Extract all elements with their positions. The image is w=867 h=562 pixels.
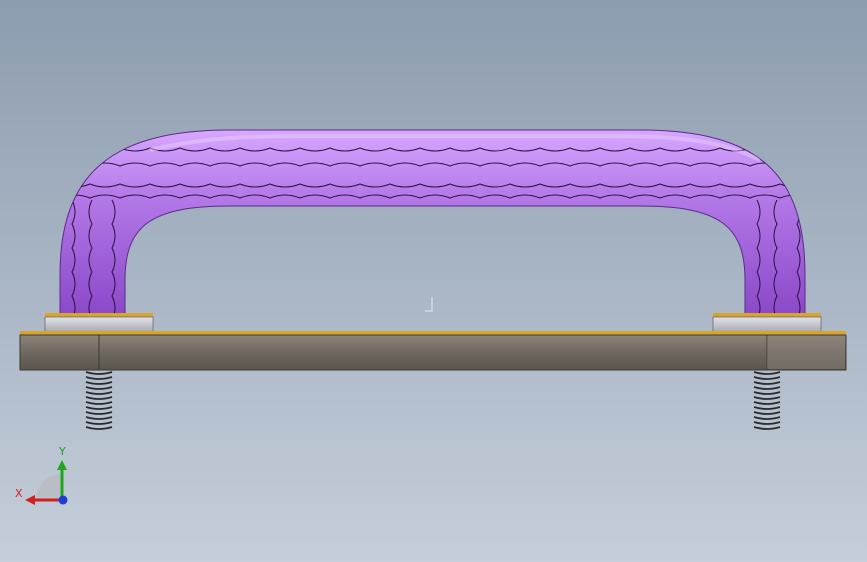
right-collar[interactable] <box>712 313 822 333</box>
left-spring[interactable] <box>85 371 113 430</box>
x-axis-arrow <box>25 495 35 505</box>
y-axis-arrow <box>57 460 67 470</box>
left-collar[interactable] <box>44 313 154 333</box>
graphics-viewport[interactable]: Y X <box>0 0 867 562</box>
handle-tube[interactable] <box>59 129 840 344</box>
base-plate[interactable] <box>19 331 847 371</box>
model-scene[interactable]: Y X <box>0 0 867 562</box>
origin-marker <box>425 297 433 312</box>
triad-plane <box>36 474 62 500</box>
x-axis-label: X <box>15 487 23 500</box>
axis-triad[interactable]: Y X <box>15 445 68 505</box>
y-axis-label: Y <box>58 445 66 458</box>
z-axis-dot <box>58 495 68 505</box>
right-spring[interactable] <box>753 371 781 430</box>
